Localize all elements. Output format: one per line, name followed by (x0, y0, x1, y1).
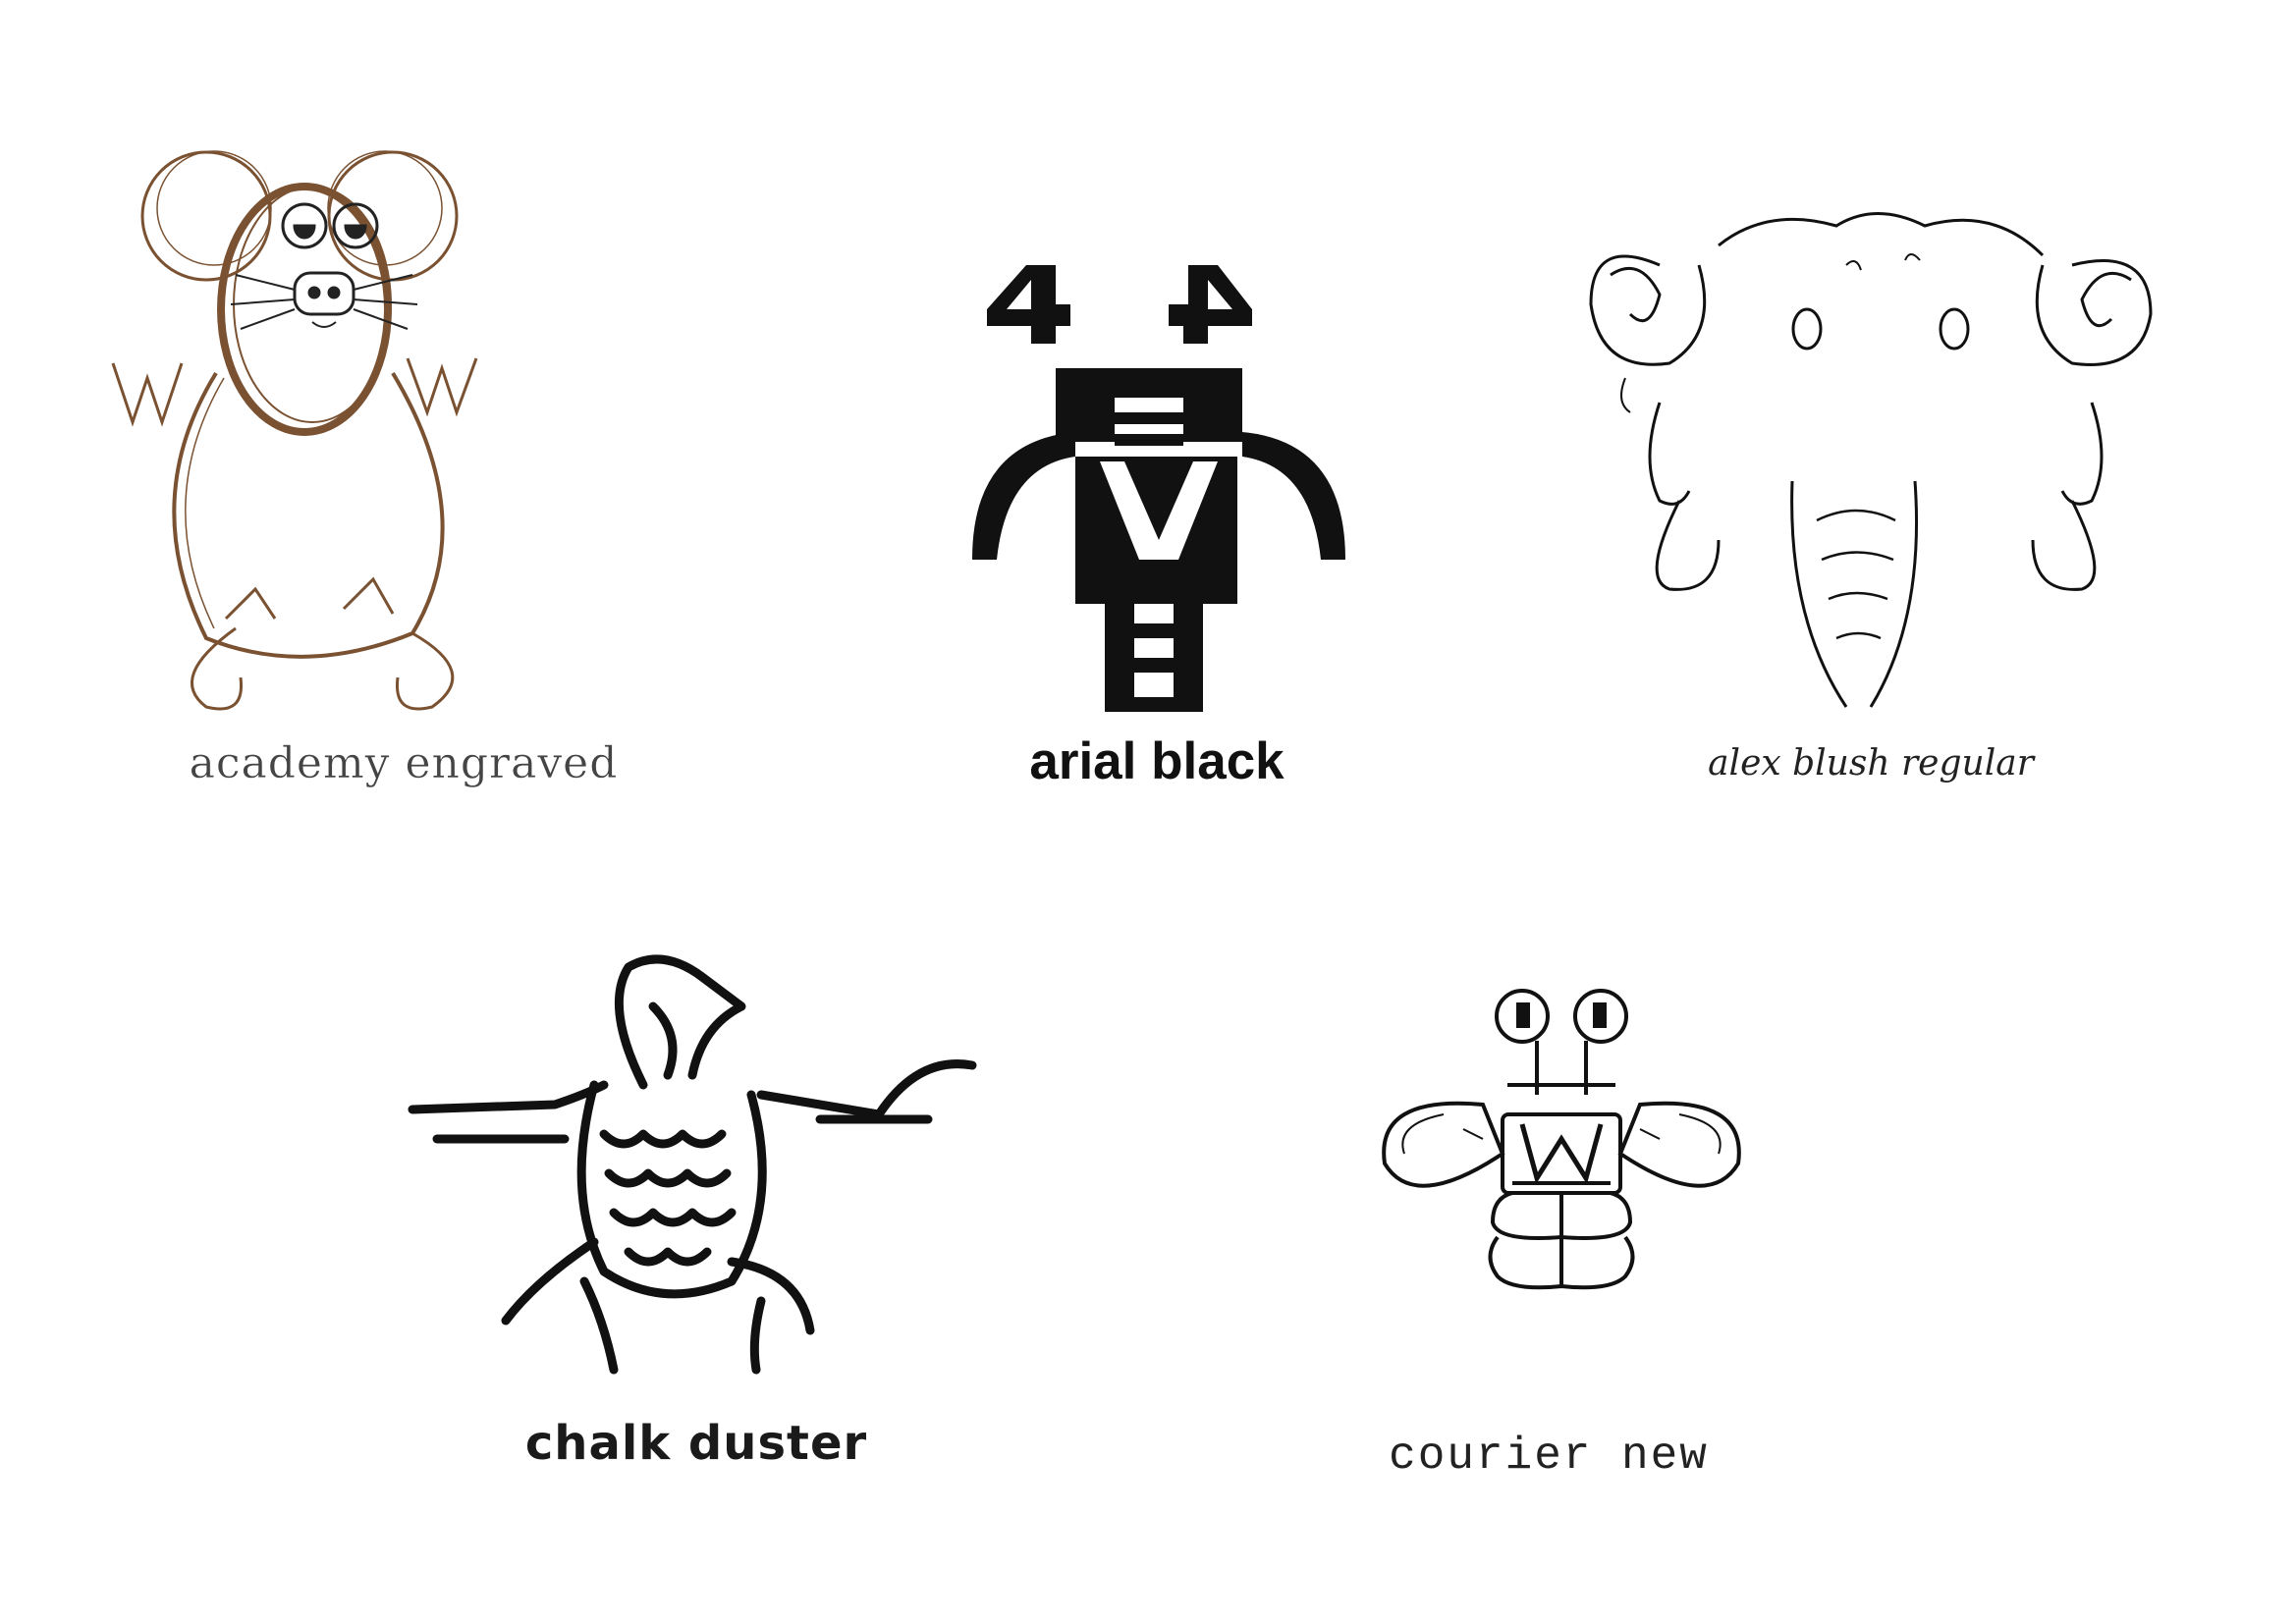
caption-courier-new: courier new (1389, 1431, 1709, 1482)
mouse-icon (111, 150, 478, 711)
caption-alex-blush: alex blush regular (1708, 743, 2034, 784)
caption-academy-engraved: academy engraved (189, 738, 619, 788)
caption-chalk-duster: chalk duster (524, 1416, 868, 1471)
elephant-icon (1589, 212, 2153, 708)
caption-arial-black: arial black (1029, 732, 1285, 790)
bee-icon (1382, 989, 1741, 1290)
bird-icon (408, 954, 977, 1375)
robot-icon (972, 265, 1345, 712)
